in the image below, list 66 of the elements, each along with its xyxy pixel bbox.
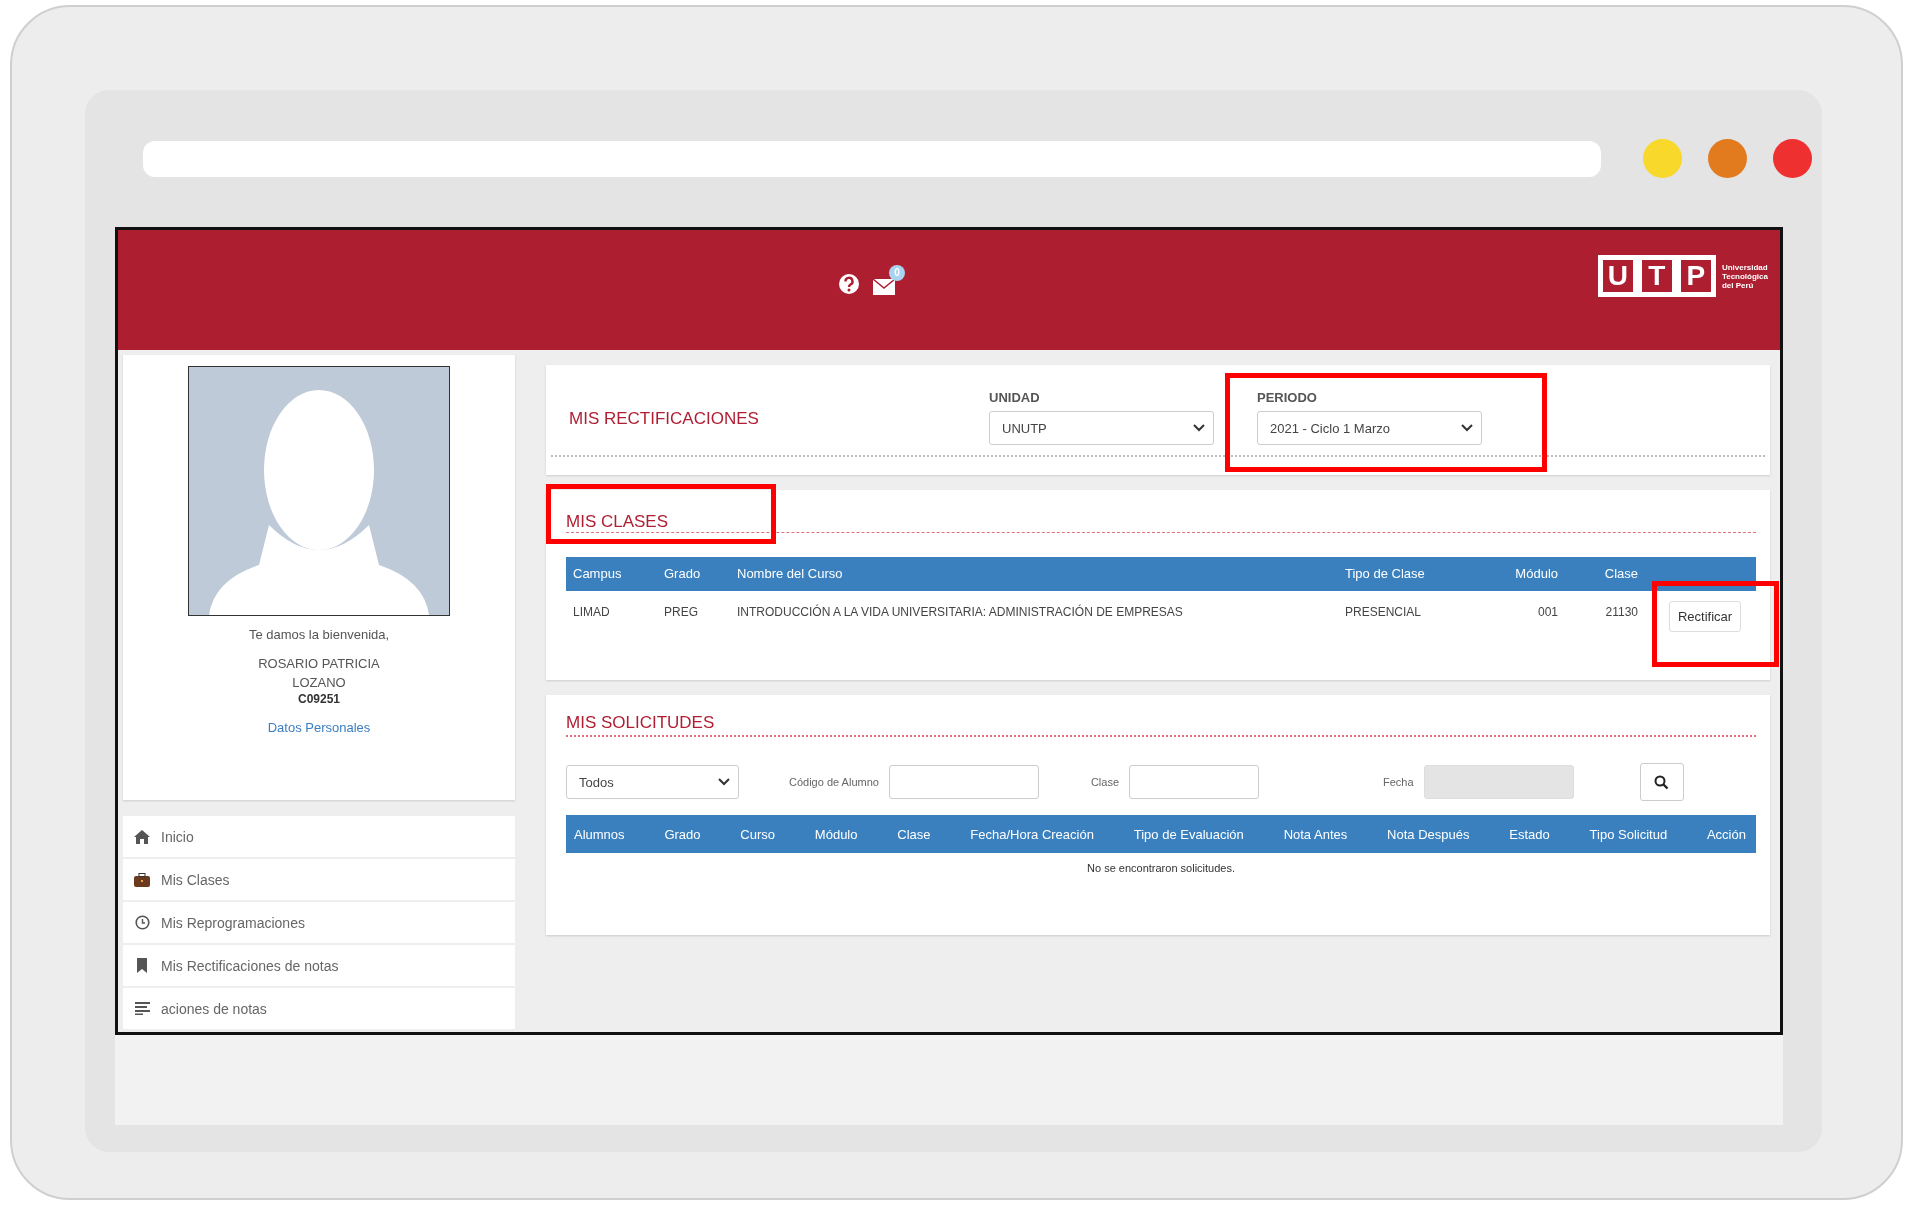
section-title: MIS SOLICITUDES [566, 713, 715, 733]
column-header: Clase [897, 826, 931, 842]
chevron-down-icon [1461, 424, 1473, 432]
column-header: Nota Antes [1283, 826, 1348, 842]
briefcase-icon [134, 872, 150, 887]
chevron-down-icon [1193, 424, 1205, 432]
column-header: Nombre del Curso [730, 557, 1338, 591]
table-cell-text: 001 [1536, 604, 1559, 621]
dropdown[interactable]: UNUTP [989, 411, 1214, 445]
notification-badge: 0 [889, 265, 905, 281]
column-header: Alumnos [574, 826, 625, 842]
menu-item[interactable]: Inicio [123, 816, 515, 859]
table-cell-text: PREG [663, 604, 699, 621]
section-title: MIS RECTIFICACIONES [569, 408, 760, 429]
help-icon[interactable] [838, 273, 860, 295]
menu-item[interactable]: aciones de notas [123, 988, 515, 1031]
column-header: Nota Después [1387, 826, 1470, 842]
clock-icon [134, 915, 150, 930]
window-button[interactable] [1773, 139, 1812, 178]
menu-item[interactable]: Mis Rectificaciones de notas [123, 945, 515, 988]
logo: U T P [1597, 255, 1716, 297]
filter-label: PERIODO [1257, 390, 1318, 405]
table-cell-text: PRESENCIAL [1344, 604, 1423, 621]
chevron-down-icon [718, 778, 730, 786]
column-header: Clase [1572, 557, 1652, 591]
column-header: Acción [1706, 826, 1746, 842]
menu-item[interactable]: Mis Clases [123, 859, 515, 902]
field-label: Código de Alumno [789, 776, 879, 788]
list-icon [134, 1002, 150, 1015]
section-title: MIS CLASES [566, 512, 669, 532]
personal-data-link[interactable]: Datos Personales [267, 720, 371, 735]
envelope-icon[interactable] [872, 278, 896, 296]
home-icon [134, 829, 150, 844]
column-header: Estado [1509, 826, 1550, 842]
user-code: C09251 [296, 692, 341, 706]
status-dropdown[interactable]: Todos [566, 765, 739, 799]
rectify-button[interactable]: Rectificar [1669, 601, 1741, 632]
column-header: Fecha/Hora Creación [970, 826, 1094, 842]
user-name: ROSARIO PATRICIA LOZANO [257, 655, 381, 692]
bookmark-icon [136, 958, 148, 973]
address-bar[interactable] [143, 140, 1601, 177]
empty-message: No se encontraron solicitudes. [1087, 862, 1235, 874]
input-field[interactable] [888, 765, 1039, 799]
search-button[interactable] [1639, 763, 1684, 801]
field-label: Clase [1090, 776, 1120, 788]
column-header: Tipo de Clase [1338, 557, 1492, 591]
column-header: Tipo de Evaluación [1133, 826, 1244, 842]
dropdown[interactable]: 2021 - Ciclo 1 Marzo [1257, 411, 1482, 445]
table-cell-text: LIMAD [572, 604, 611, 621]
column-header: Grado [664, 826, 701, 842]
table-cell-text: INTRODUCCIÓN A LA VIDA UNIVERSITARIA: ADMINISTRACIÓN DE EMPRESAS [736, 603, 1184, 621]
logo-caption: Universidad Tecnológica del Perú [1721, 262, 1768, 290]
column-header: Módulo [814, 826, 858, 842]
column-header: Módulo [1492, 557, 1572, 591]
input-field[interactable] [1129, 765, 1260, 799]
table-cell-text: 21130 [1604, 604, 1639, 621]
field-label: Fecha [1383, 776, 1414, 788]
menu-item[interactable]: Mis Reprogramaciones [123, 902, 515, 945]
column-header: Campus [566, 557, 657, 591]
window-button[interactable] [1708, 139, 1747, 178]
search-icon [1654, 774, 1670, 790]
column-header: Grado [657, 557, 730, 591]
filter-label: UNIDAD [989, 390, 1041, 405]
welcome-text: Te damos la bienvenida, [247, 627, 391, 642]
column-header: Tipo Solicitud [1589, 826, 1668, 842]
column-header: Curso [740, 826, 776, 842]
